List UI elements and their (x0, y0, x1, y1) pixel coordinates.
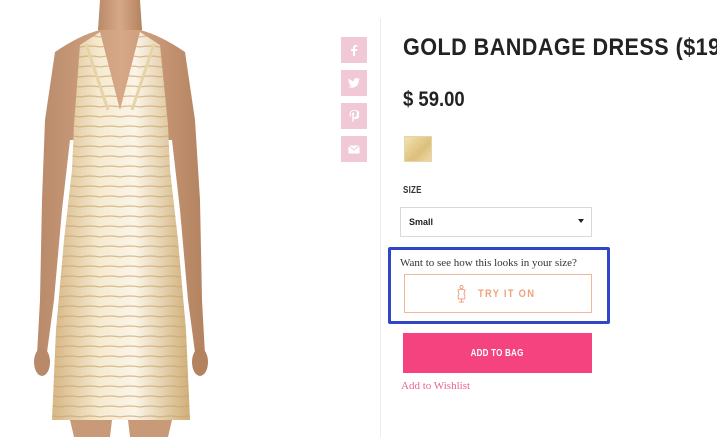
chevron-down-icon (578, 219, 584, 223)
product-image (0, 0, 245, 437)
product-price: $ 59.00 (403, 88, 465, 111)
size-label: SIZE (403, 185, 422, 196)
add-to-bag-label: ADD TO BAG (471, 347, 524, 359)
color-swatch[interactable] (404, 136, 432, 162)
share-pinterest-button[interactable] (341, 103, 367, 129)
share-twitter-button[interactable] (341, 70, 367, 96)
size-select[interactable]: Small (400, 207, 592, 237)
dress-form-icon (457, 284, 466, 302)
email-icon (348, 144, 360, 153)
share-facebook-button[interactable] (341, 37, 367, 63)
twitter-icon (348, 78, 360, 88)
try-it-on-button[interactable]: TRY IT ON (404, 274, 592, 313)
facebook-icon (351, 45, 358, 56)
share-email-button[interactable] (341, 136, 367, 162)
add-to-wishlist-link[interactable]: Add to Wishlist (401, 380, 470, 392)
column-divider (380, 18, 381, 437)
tryon-prompt: Want to see how this looks in your size? (400, 257, 577, 269)
pinterest-icon (349, 110, 359, 122)
add-to-bag-button[interactable]: ADD TO BAG (403, 333, 592, 373)
product-title: GOLD BANDAGE DRESS ($199) (403, 34, 717, 61)
try-it-on-label: TRY IT ON (477, 287, 536, 300)
share-bar (341, 37, 367, 169)
size-selected-value: Small (409, 217, 434, 227)
